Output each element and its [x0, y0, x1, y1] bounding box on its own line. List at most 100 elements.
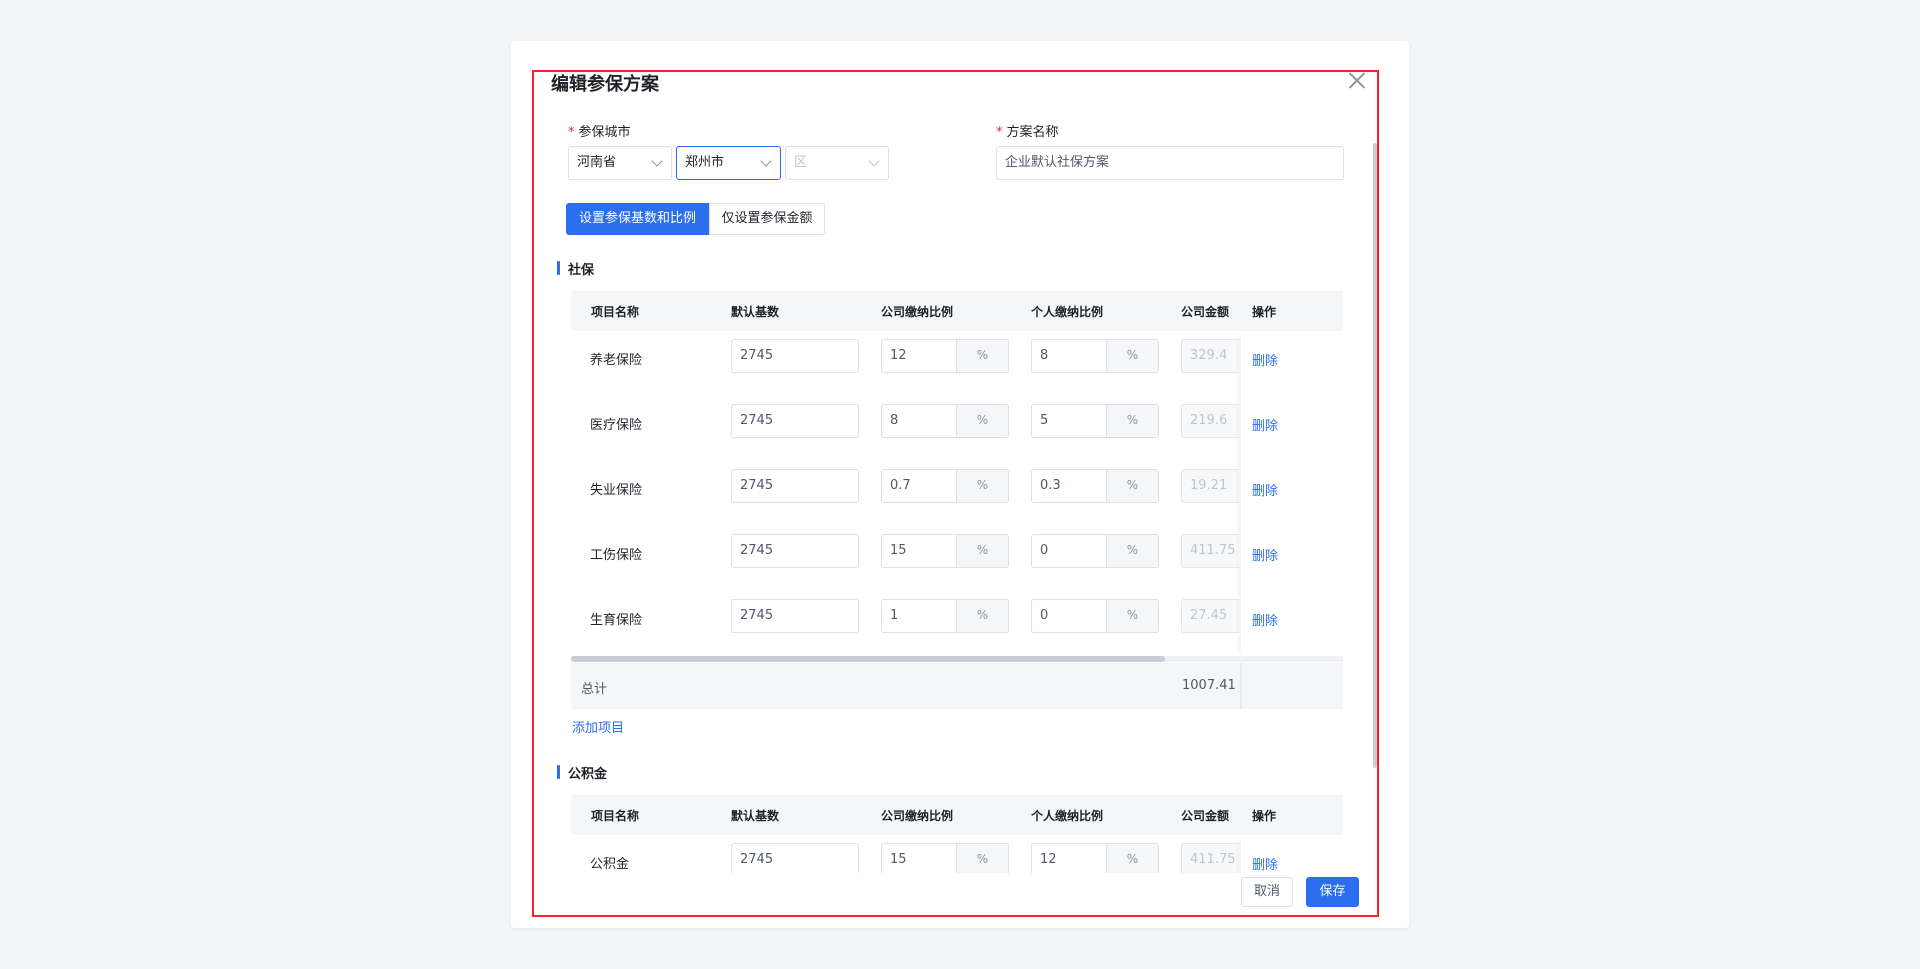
plan-name-input[interactable]: 企业默认社保方案 [996, 146, 1344, 180]
personal-rate-value: 8 [1040, 348, 1049, 363]
personal-rate-value: 0 [1040, 608, 1049, 623]
col-personal-rate: 个人缴纳比例 [1031, 809, 1104, 823]
col-item-name: 项目名称 [591, 305, 640, 319]
city-select[interactable]: 郑州市 [676, 146, 781, 180]
company-amount-field: 219.6 [1181, 404, 1239, 438]
row-item-name: 养老保险 [590, 353, 643, 368]
percent-addon: % [956, 405, 1008, 437]
percent-addon: % [956, 600, 1008, 632]
company-rate-input[interactable]: 15 % [881, 534, 1009, 568]
company-rate-input[interactable]: 15 % [881, 843, 1009, 873]
company-amount-field: 329.4 [1181, 339, 1239, 373]
personal-rate-input[interactable]: 0 % [1031, 534, 1159, 568]
col-company-amount: 公司金额 [1181, 305, 1230, 319]
chevron-down-icon [868, 155, 880, 167]
company-amount-field: 411.75 [1181, 534, 1239, 568]
company-rate-input[interactable]: 8 % [881, 404, 1009, 438]
horizontal-scrollbar[interactable] [571, 656, 1343, 662]
section-title-social: 社保 [557, 259, 594, 278]
personal-rate-input[interactable]: 8 % [1031, 339, 1159, 373]
percent-addon: % [1106, 844, 1158, 873]
percent-addon: % [1106, 405, 1158, 437]
col-company-rate: 公司缴纳比例 [881, 809, 954, 823]
chevron-down-icon [651, 155, 663, 167]
col-company-rate: 公司缴纳比例 [881, 305, 954, 319]
percent-addon: % [956, 535, 1008, 567]
default-base-input[interactable]: 2745 [731, 339, 859, 373]
delete-link[interactable]: 删除 [1252, 545, 1278, 564]
row-item-name: 公积金 [590, 857, 630, 872]
total-row: 总计 1007.41 [571, 663, 1343, 709]
close-icon[interactable] [1347, 70, 1367, 90]
default-base-input[interactable]: 2745 [731, 534, 859, 568]
percent-addon: % [1106, 600, 1158, 632]
add-item-link[interactable]: 添加项目 [572, 717, 624, 736]
district-select[interactable]: 区 [785, 146, 889, 180]
company-rate-input[interactable]: 0.7 % [881, 469, 1009, 503]
company-rate-value: 0.7 [890, 478, 911, 493]
fixed-column-divider [1240, 663, 1242, 709]
company-amount-field: 27.45 [1181, 599, 1239, 633]
fund-rows-viewport: 公积金 2745 15 % 12 % 411.75 删除 [0, 835, 1920, 873]
company-rate-value: 1 [890, 608, 899, 623]
save-button[interactable]: 保存 [1306, 877, 1359, 907]
personal-rate-value: 0.3 [1040, 478, 1061, 493]
percent-addon: % [1106, 470, 1158, 502]
personal-rate-value: 0 [1040, 543, 1049, 558]
plan-name-label: * 方案名称 [996, 125, 1059, 140]
company-rate-input[interactable]: 1 % [881, 599, 1009, 633]
delete-link[interactable]: 删除 [1252, 350, 1278, 369]
total-value: 1007.41 [1182, 678, 1236, 693]
default-base-input[interactable]: 2745 [731, 599, 859, 633]
percent-addon: % [956, 844, 1008, 873]
vertical-scrollbar[interactable] [1373, 143, 1377, 768]
city-label: * 参保城市 [568, 125, 631, 140]
cancel-button[interactable]: 取消 [1241, 877, 1293, 907]
company-rate-value: 12 [890, 348, 907, 363]
default-base-input[interactable]: 2745 [731, 404, 859, 438]
fund-table-header: 项目名称 默认基数 公司缴纳比例 个人缴纳比例 公司金额 操作 [571, 795, 1343, 835]
col-default-base: 默认基数 [731, 809, 780, 823]
row-item-name: 工伤保险 [590, 548, 643, 563]
total-label: 总计 [581, 682, 608, 697]
company-amount-field: 411.75 [1181, 843, 1239, 873]
default-base-input[interactable]: 2745 [731, 469, 859, 503]
personal-rate-input[interactable]: 0.3 % [1031, 469, 1159, 503]
personal-rate-input[interactable]: 5 % [1031, 404, 1159, 438]
row-item-name: 医疗保险 [590, 418, 643, 433]
chevron-down-icon [760, 155, 772, 167]
row-item-name: 生育保险 [590, 613, 643, 628]
tab-amount-only[interactable]: 仅设置参保金额 [709, 203, 825, 235]
col-item-name: 项目名称 [591, 809, 640, 823]
col-operation: 操作 [1252, 809, 1277, 823]
personal-rate-value: 12 [1040, 852, 1057, 867]
percent-addon: % [1106, 340, 1158, 372]
default-base-input[interactable]: 2745 [731, 843, 859, 873]
row-item-name: 失业保险 [590, 483, 643, 498]
company-rate-input[interactable]: 12 % [881, 339, 1009, 373]
personal-rate-value: 5 [1040, 413, 1049, 428]
personal-rate-input[interactable]: 12 % [1031, 843, 1159, 873]
scrollbar-thumb[interactable] [571, 656, 1165, 662]
section-title-fund: 公积金 [557, 763, 607, 782]
percent-addon: % [956, 340, 1008, 372]
social-table-header: 项目名称 默认基数 公司缴纳比例 个人缴纳比例 公司金额 操作 [571, 291, 1343, 331]
dialog-title: 编辑参保方案 [551, 74, 659, 95]
company-rate-value: 8 [890, 413, 899, 428]
company-rate-value: 15 [890, 543, 907, 558]
col-default-base: 默认基数 [731, 305, 780, 319]
delete-link[interactable]: 删除 [1252, 480, 1278, 499]
personal-rate-input[interactable]: 0 % [1031, 599, 1159, 633]
delete-link[interactable]: 删除 [1252, 415, 1278, 434]
col-company-amount: 公司金额 [1181, 809, 1230, 823]
col-personal-rate: 个人缴纳比例 [1031, 305, 1104, 319]
company-rate-value: 15 [890, 852, 907, 867]
delete-link[interactable]: 删除 [1252, 610, 1278, 629]
percent-addon: % [956, 470, 1008, 502]
col-operation: 操作 [1252, 305, 1277, 319]
company-amount-field: 19.21 [1181, 469, 1239, 503]
province-select[interactable]: 河南省 [568, 146, 672, 180]
delete-link[interactable]: 删除 [1252, 854, 1278, 873]
tab-base-and-rate[interactable]: 设置参保基数和比例 [566, 203, 709, 235]
percent-addon: % [1106, 535, 1158, 567]
